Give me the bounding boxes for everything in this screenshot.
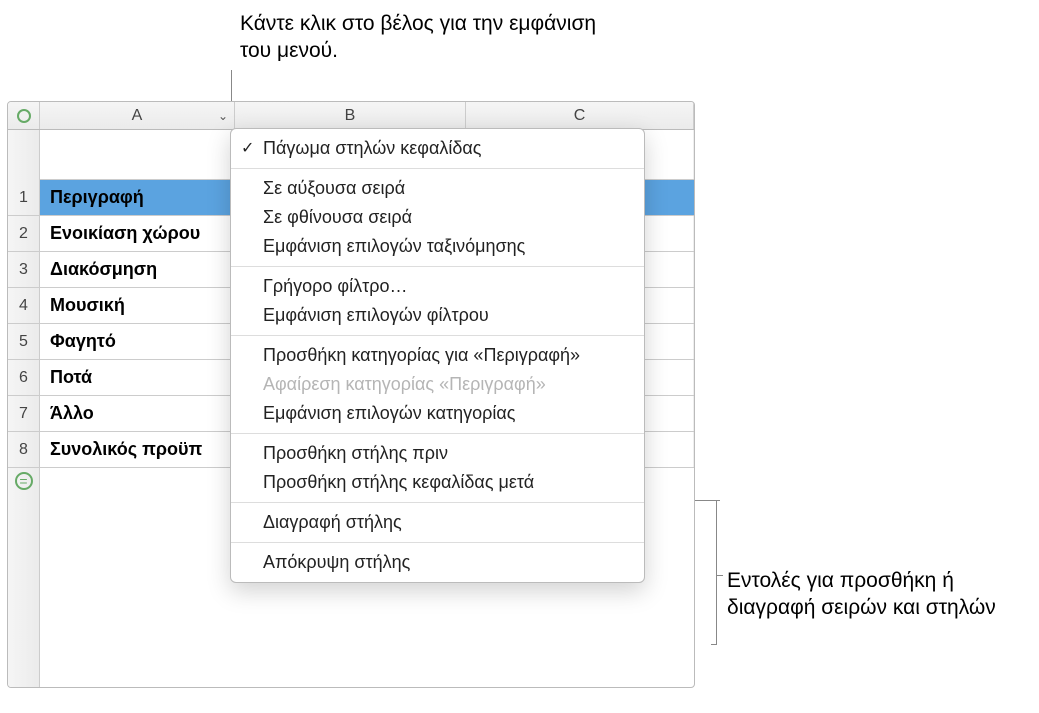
menu-label: Εμφάνιση επιλογών φίλτρου [263, 305, 489, 325]
checkmark-icon: ✓ [241, 138, 254, 158]
row-header-5[interactable]: 5 [8, 324, 39, 360]
select-all-corner[interactable] [8, 102, 40, 129]
menu-separator [231, 168, 644, 169]
column-header-row: A ⌄ B C [8, 102, 694, 130]
row-header-3[interactable]: 3 [8, 252, 39, 288]
menu-delete-column[interactable]: Διαγραφή στήλης [231, 508, 644, 537]
callout-top-text: Κάντε κλικ στο βέλος για την εμφάνιση το… [240, 10, 600, 65]
cell[interactable] [40, 130, 235, 179]
cell-a7[interactable]: Άλλο [40, 396, 235, 431]
row-header-1[interactable]: 1 [8, 180, 39, 216]
table-handle-icon [17, 109, 31, 123]
cell-a6[interactable]: Ποτά [40, 360, 235, 395]
menu-label: Πάγωμα στηλών κεφαλίδας [263, 138, 481, 158]
cell-a4[interactable]: Μουσική [40, 288, 235, 323]
column-header-a[interactable]: A ⌄ [40, 102, 235, 129]
menu-label: Σε φθίνουσα σειρά [263, 207, 412, 227]
column-label: B [345, 107, 356, 125]
cell-a1[interactable]: Περιγραφή [40, 180, 235, 215]
chevron-down-icon[interactable]: ⌄ [218, 109, 228, 123]
column-header-c[interactable]: C [466, 102, 694, 129]
menu-freeze-header-columns[interactable]: ✓ Πάγωμα στηλών κεφαλίδας [231, 134, 644, 163]
menu-label: Διαγραφή στήλης [263, 512, 402, 532]
menu-label: Προσθήκη στήλης πριν [263, 443, 448, 463]
add-row-icon: = [15, 472, 33, 490]
row-header-7[interactable]: 7 [8, 396, 39, 432]
add-row-button[interactable]: = [8, 468, 39, 494]
menu-label: Γρήγορο φίλτρο… [263, 276, 407, 296]
menu-label: Σε αύξουσα σειρά [263, 178, 405, 198]
callout-bottom-bracket [716, 500, 717, 645]
cell-a2[interactable]: Ενοικίαση χώρου [40, 216, 235, 251]
menu-label: Εμφάνιση επιλογών κατηγορίας [263, 403, 515, 423]
menu-separator [231, 542, 644, 543]
menu-sort-ascending[interactable]: Σε αύξουσα σειρά [231, 174, 644, 203]
menu-show-filter-options[interactable]: Εμφάνιση επιλογών φίλτρου [231, 301, 644, 330]
menu-label: Εμφάνιση επιλογών ταξινόμησης [263, 236, 525, 256]
column-label: C [574, 107, 586, 125]
row-header-8[interactable]: 8 [8, 432, 39, 468]
menu-add-header-column-after[interactable]: Προσθήκη στήλης κεφαλίδας μετά [231, 468, 644, 497]
menu-separator [231, 433, 644, 434]
menu-label: Απόκρυψη στήλης [263, 552, 410, 572]
menu-show-sort-options[interactable]: Εμφάνιση επιλογών ταξινόμησης [231, 232, 644, 261]
cell-a3[interactable]: Διακόσμηση [40, 252, 235, 287]
column-context-menu: ✓ Πάγωμα στηλών κεφαλίδας Σε αύξουσα σει… [230, 128, 645, 583]
row-header-column: 1 2 3 4 5 6 7 8 = [8, 130, 40, 687]
menu-add-category[interactable]: Προσθήκη κατηγορίας για «Περιγραφή» [231, 341, 644, 370]
menu-label: Προσθήκη στήλης κεφαλίδας μετά [263, 472, 534, 492]
row-header-4[interactable]: 4 [8, 288, 39, 324]
menu-separator [231, 502, 644, 503]
callout-bottom-bracket-mid [717, 575, 723, 576]
row-header-6[interactable]: 6 [8, 360, 39, 396]
menu-label: Προσθήκη κατηγορίας για «Περιγραφή» [263, 345, 580, 365]
cell-a8[interactable]: Συνολικός προϋπ [40, 432, 235, 467]
menu-sort-descending[interactable]: Σε φθίνουσα σειρά [231, 203, 644, 232]
column-label: A [132, 107, 143, 125]
menu-separator [231, 266, 644, 267]
menu-hide-column[interactable]: Απόκρυψη στήλης [231, 548, 644, 577]
column-header-b[interactable]: B [235, 102, 466, 129]
callout-bottom-text: Εντολές για προσθήκη ή διαγραφή σειρών κ… [727, 567, 1007, 622]
menu-label: Αφαίρεση κατηγορίας «Περιγραφή» [263, 374, 546, 394]
menu-show-category-options[interactable]: Εμφάνιση επιλογών κατηγορίας [231, 399, 644, 428]
menu-separator [231, 335, 644, 336]
menu-quick-filter[interactable]: Γρήγορο φίλτρο… [231, 272, 644, 301]
row-header-gap [8, 130, 39, 180]
menu-remove-category: Αφαίρεση κατηγορίας «Περιγραφή» [231, 370, 644, 399]
menu-add-column-before[interactable]: Προσθήκη στήλης πριν [231, 439, 644, 468]
cell-a5[interactable]: Φαγητό [40, 324, 235, 359]
row-header-2[interactable]: 2 [8, 216, 39, 252]
callout-top-line [231, 70, 232, 105]
